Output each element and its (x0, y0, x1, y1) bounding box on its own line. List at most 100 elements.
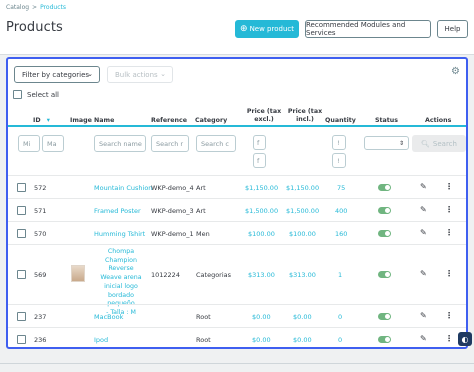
edit-pencil-icon[interactable]: ✎ (420, 334, 427, 343)
edit-pencil-icon[interactable]: ✎ (420, 182, 427, 191)
search-button[interactable]: 🔍︎ Search (412, 135, 466, 152)
name-search-input[interactable]: Search name (94, 135, 146, 152)
product-thumbnail-image[interactable] (71, 265, 85, 282)
row-price-excl[interactable]: $0.00 (252, 305, 271, 328)
row-category: Art (196, 183, 206, 192)
table-row[interactable]: 570 Humming Tshirt WKP-demo_1 Men $100.0… (8, 221, 466, 245)
row-name-link[interactable]: Framed Poster (94, 199, 141, 222)
row-quantity[interactable]: 1 (338, 245, 342, 305)
help-button[interactable]: Help (437, 20, 468, 38)
row-checkbox[interactable] (17, 312, 26, 321)
edit-pencil-icon[interactable]: ✎ (420, 228, 427, 237)
row-price-incl[interactable]: $100.00 (289, 222, 316, 245)
row-name-link[interactable]: Ipod (94, 328, 108, 347)
column-header-image: Image (70, 117, 92, 124)
row-price-incl[interactable]: $0.00 (293, 305, 312, 328)
chevron-down-icon: ⌄ (160, 70, 166, 78)
quantity-max-input[interactable]: ! (332, 153, 346, 168)
row-id: 237 (34, 312, 47, 321)
more-options-icon[interactable]: ⋮ (445, 205, 453, 214)
row-checkbox[interactable] (17, 229, 26, 238)
table-row[interactable]: 569 Chompa Champion Reverse Weave arena … (8, 244, 466, 316)
row-name-link[interactable]: MacBook (94, 305, 123, 328)
status-toggle[interactable] (378, 271, 391, 278)
row-quantity[interactable]: 160 (335, 222, 347, 245)
filter-by-categories-label: Filter by categories (22, 70, 90, 79)
row-checkbox[interactable] (17, 183, 26, 192)
new-product-button[interactable]: ⊕ New product (235, 20, 299, 38)
row-reference: WKP-demo_1 (151, 229, 194, 238)
status-filter-select[interactable]: ⇕ (364, 136, 409, 150)
gear-icon[interactable]: ⚙ (451, 66, 460, 77)
price-excl-max-input[interactable]: f (253, 153, 266, 168)
row-name-link[interactable]: Humming Tshirt (94, 222, 145, 245)
recommended-modules-button[interactable]: Recommended Modules and Services (305, 20, 431, 38)
status-toggle[interactable] (378, 184, 391, 191)
more-options-icon[interactable]: ⋮ (445, 311, 453, 320)
search-icon: 🔍︎ (421, 139, 430, 148)
row-quantity[interactable]: 0 (338, 328, 342, 347)
column-header-actions: Actions (425, 117, 452, 124)
quantity-min-input[interactable]: ! (332, 135, 346, 150)
row-price-incl[interactable]: $1,150.00 (286, 176, 319, 199)
row-price-incl[interactable]: $313.00 (289, 245, 316, 305)
row-price-excl[interactable]: $1,150.00 (245, 176, 278, 199)
more-options-icon[interactable]: ⋮ (445, 269, 453, 278)
row-price-excl[interactable]: $1,500.00 (245, 199, 278, 222)
id-min-input[interactable]: Mi (18, 135, 40, 152)
id-max-input[interactable]: Ma (42, 135, 64, 152)
row-price-excl[interactable]: $0.00 (252, 328, 271, 347)
row-price-incl[interactable]: $0.00 (293, 328, 312, 347)
select-all-checkbox[interactable] (13, 90, 22, 99)
more-options-icon[interactable]: ⋮ (445, 334, 453, 343)
row-id: 572 (34, 183, 47, 192)
table-row[interactable]: 572 Mountain Cushion WKP-demo_4 Art $1,1… (8, 175, 466, 199)
status-toggle[interactable] (378, 336, 391, 343)
row-price-excl[interactable]: $313.00 (248, 245, 275, 305)
reference-search-input[interactable]: Search r (151, 135, 189, 152)
more-options-icon[interactable]: ⋮ (445, 228, 453, 237)
table-row[interactable]: 236 Ipod Root $0.00 $0.00 0 ✎ ⋮ (8, 327, 466, 347)
filter-by-categories-dropdown[interactable]: Filter by categories ⌄ (14, 66, 100, 83)
column-header-price-excl[interactable]: Price (tax excl.) (244, 108, 284, 124)
column-header-name[interactable]: Name (94, 117, 114, 125)
edit-pencil-icon[interactable]: ✎ (420, 205, 427, 214)
row-price-incl[interactable]: $1,500.00 (286, 199, 319, 222)
category-search-input[interactable]: Search c (196, 135, 236, 152)
row-quantity[interactable]: 400 (335, 199, 347, 222)
row-price-excl[interactable]: $100.00 (248, 222, 275, 245)
up-down-arrow-icon: ⇕ (398, 139, 404, 147)
edit-pencil-icon[interactable]: ✎ (420, 269, 427, 278)
select-all-control[interactable]: Select all (13, 90, 59, 99)
row-category: Men (196, 229, 210, 238)
search-button-label: Search (432, 139, 457, 148)
more-options-icon[interactable]: ⋮ (445, 182, 453, 191)
column-header-category[interactable]: Category (195, 117, 227, 125)
row-checkbox[interactable] (17, 270, 26, 279)
price-excl-min-input[interactable]: f (253, 135, 266, 150)
column-header-status[interactable]: Status (375, 117, 398, 125)
column-header-reference[interactable]: Reference (151, 117, 187, 125)
column-header-id[interactable]: ID ▾ (33, 117, 50, 125)
status-toggle[interactable] (378, 230, 391, 237)
row-id: 236 (34, 335, 47, 344)
row-name-link[interactable]: Mountain Cushion (94, 176, 152, 199)
table-row[interactable]: 571 Framed Poster WKP-demo_3 Art $1,500.… (8, 198, 466, 222)
column-header-quantity[interactable]: Quantity (325, 117, 356, 125)
row-quantity[interactable]: 75 (337, 176, 345, 199)
column-header-price-incl[interactable]: Price (tax incl.) (285, 108, 325, 124)
bulk-actions-dropdown[interactable]: Bulk actions ⌄ (107, 66, 173, 83)
table-row[interactable]: 237 MacBook Root $0.00 $0.00 0 ✎ ⋮ (8, 304, 466, 328)
breadcrumb-catalog[interactable]: Catalog (6, 4, 29, 11)
row-reference: WKP-demo_4 (151, 183, 194, 192)
edit-pencil-icon[interactable]: ✎ (420, 311, 427, 320)
row-checkbox[interactable] (17, 206, 26, 215)
floating-help-icon[interactable]: ◐ (458, 332, 472, 346)
row-quantity[interactable]: 0 (338, 305, 342, 328)
sort-desc-icon: ▾ (46, 117, 50, 124)
breadcrumb-products[interactable]: Products (40, 4, 66, 11)
status-toggle[interactable] (378, 207, 391, 214)
row-checkbox[interactable] (17, 335, 26, 344)
status-toggle[interactable] (378, 313, 391, 320)
new-product-label: New product (249, 25, 294, 33)
